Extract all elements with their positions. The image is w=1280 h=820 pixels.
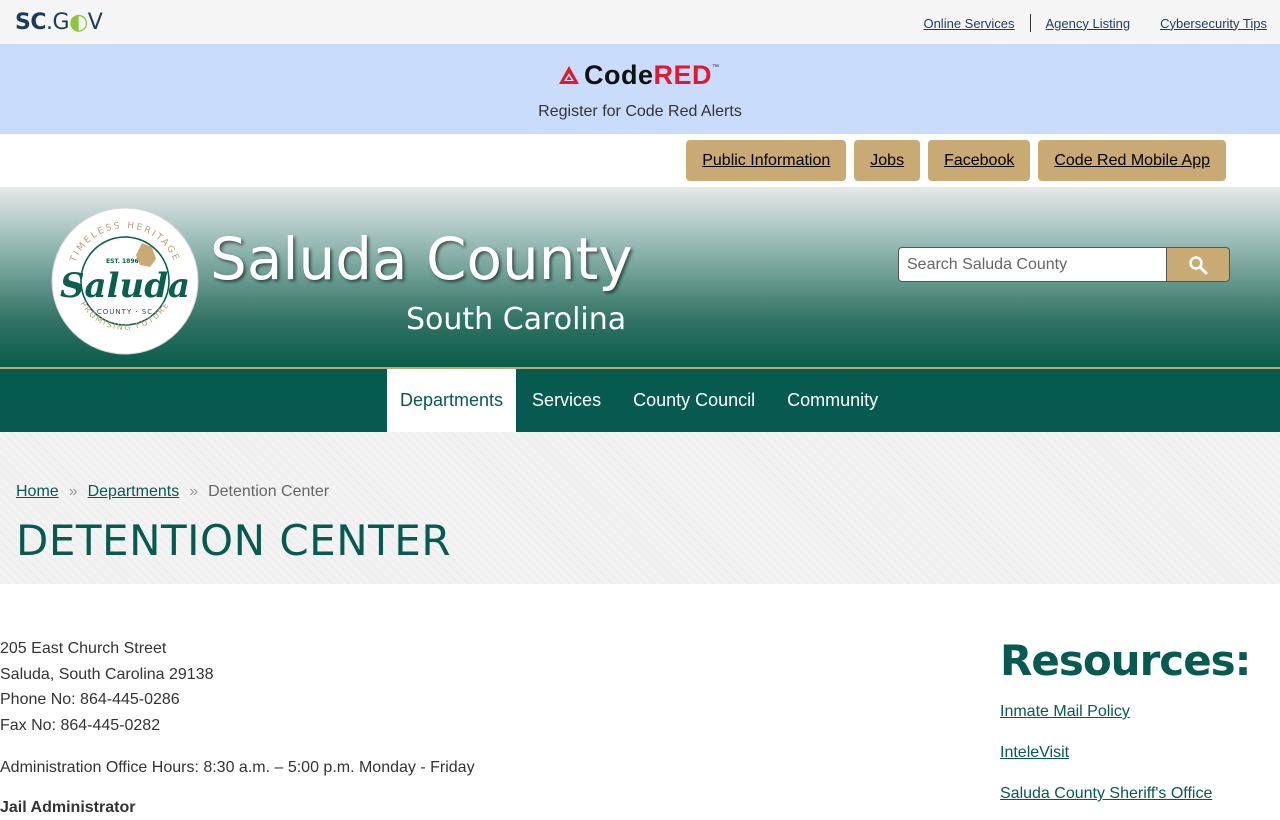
page-title-band: Home » Departments » Detention Center DETENT… (0, 432, 1280, 584)
online-services-link[interactable]: Online Services (908, 16, 1029, 31)
codered-triangle-icon (559, 66, 579, 84)
address-city: Saluda, South Carolina 29138 (0, 665, 214, 683)
fax-number: Fax No: 864-445-0282 (0, 717, 161, 735)
sheriffs-office-link[interactable]: Saluda County Sheriff's Office (1000, 785, 1280, 803)
breadcrumb-separator: » (68, 483, 78, 500)
sc-gov-logo[interactable]: SC.G◐V (15, 10, 103, 35)
address-street: 205 East Church Street (0, 640, 167, 657)
page-title: DETENTION CENTER (16, 516, 452, 565)
resources-sidebar: Resources: Inmate Mail Policy InteleVisi… (1000, 636, 1280, 803)
nav-item-services[interactable]: Services (516, 369, 617, 432)
office-hours: Administration Office Hours: 8:30 a.m. –… (0, 758, 475, 776)
search-icon (1189, 255, 1208, 274)
breadcrumb-separator: » (189, 483, 199, 500)
codered-logo-code: Code (584, 59, 654, 90)
top-links: Online Services Agency Listing Cybersecu… (908, 14, 1267, 32)
next-section-heading: Jail Administrator (0, 798, 136, 816)
seal-est-text: EST. 1896 (106, 258, 139, 265)
sc-gov-logo-sc: SC (15, 10, 47, 35)
seal-name-text: Saluda (60, 266, 190, 306)
facebook-button[interactable]: Facebook (928, 140, 1031, 181)
nav-item-community[interactable]: Community (771, 369, 894, 432)
nav-item-departments[interactable]: Departments (387, 369, 517, 432)
phone-number: Phone No: 864-445-0286 (0, 691, 180, 709)
codered-logo-red: RED (653, 59, 713, 90)
jobs-button[interactable]: Jobs (854, 140, 921, 181)
intelevisit-link[interactable]: InteleVisit (1000, 744, 1280, 762)
resources-heading: Resources: (1000, 636, 1251, 685)
site-search (898, 247, 1230, 282)
inmate-mail-policy-link[interactable]: Inmate Mail Policy (1000, 703, 1280, 721)
sc-gov-logo-g: G (52, 10, 70, 35)
breadcrumb-departments[interactable]: Departments (88, 483, 180, 500)
breadcrumb-current: Detention Center (208, 483, 330, 500)
code-red-mobile-app-button[interactable]: Code Red Mobile App (1038, 140, 1226, 181)
codered-banner: Code RED ™ Register for Code Red Alerts (0, 44, 1280, 134)
site-title[interactable]: Saluda County (210, 225, 633, 293)
main-content: 205 East Church Street Saluda, South Car… (0, 636, 900, 820)
main-nav: Departments Services County Council Comm… (0, 369, 1280, 432)
codered-logo-tm: ™ (712, 64, 720, 71)
breadcrumb: Home » Departments » Detention Center (16, 483, 329, 501)
site-subtitle: South Carolina (406, 302, 627, 337)
codered-register-text[interactable]: Register for Code Red Alerts (0, 103, 1280, 121)
site-header: TIMELESS HERITAGE PROMISING FUTURE EST. … (0, 187, 1280, 369)
public-information-button[interactable]: Public Information (686, 140, 847, 181)
nav-item-county-council[interactable]: County Council (617, 369, 771, 432)
agency-listing-link[interactable]: Agency Listing (1031, 16, 1146, 31)
crescent-moon-icon: ◐ (69, 10, 88, 35)
seal-county-text: COUNTY · SC (97, 308, 153, 316)
cybersecurity-tips-link[interactable]: Cybersecurity Tips (1145, 16, 1267, 31)
saluda-county-seal[interactable]: TIMELESS HERITAGE PROMISING FUTURE EST. … (50, 207, 200, 355)
quick-links: Public Information Jobs Facebook Code Re… (686, 140, 1226, 181)
sc-gov-top-bar: SC.G◐V Online Services Agency Listing Cy… (0, 0, 1280, 44)
search-input[interactable] (898, 247, 1166, 282)
sc-gov-logo-v: V (87, 10, 103, 35)
codered-logo[interactable]: Code RED ™ (558, 60, 719, 90)
breadcrumb-home[interactable]: Home (16, 483, 59, 500)
search-button[interactable] (1166, 247, 1230, 282)
